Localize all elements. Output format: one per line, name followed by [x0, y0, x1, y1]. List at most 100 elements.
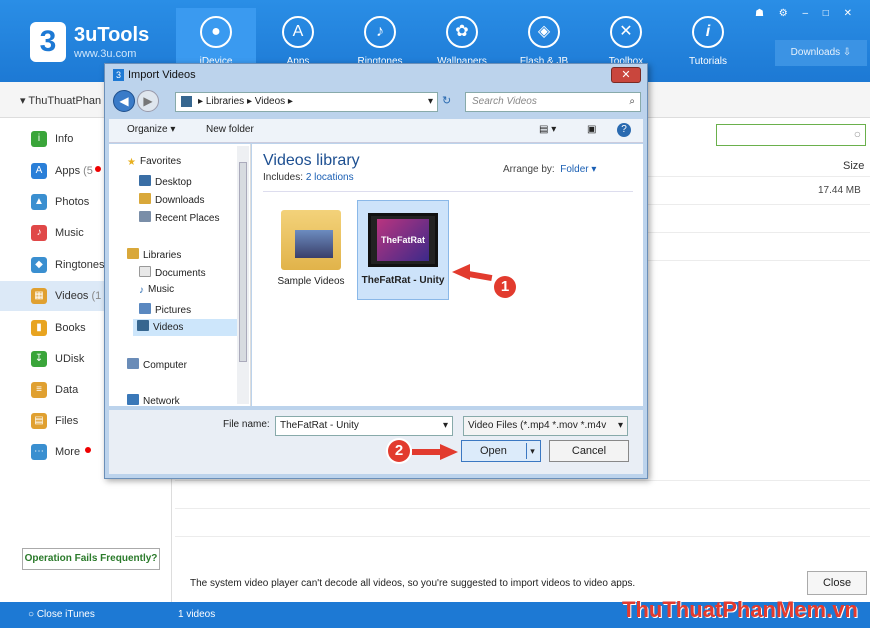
- network-node[interactable]: Network: [127, 394, 180, 407]
- watermark: ThuThuatPhanMem.vn: [622, 597, 858, 622]
- organize-menu[interactable]: Organize ▾: [127, 124, 175, 135]
- documents-icon: [139, 266, 151, 277]
- thefatrat-unity-file[interactable]: TheFatRat TheFatRat - Unity: [357, 200, 449, 300]
- apple-icon: ●: [200, 16, 232, 48]
- computer-icon: [127, 358, 139, 369]
- nav-tutorials[interactable]: i Tutorials: [668, 8, 748, 82]
- video-size: 17.44 MB: [818, 185, 861, 196]
- music-icon: ♪: [31, 225, 47, 241]
- info-icon: i: [31, 131, 47, 147]
- library-icon: [181, 96, 192, 107]
- udisk-icon: ↧: [31, 351, 47, 367]
- magnifier-icon: ⌕: [629, 96, 635, 107]
- help-icon[interactable]: ?: [617, 123, 631, 137]
- downloads-item[interactable]: Downloads: [139, 193, 204, 206]
- divider: [175, 508, 870, 509]
- open-button[interactable]: Open ▾: [461, 440, 541, 462]
- dialog-close-button[interactable]: ✕: [611, 67, 641, 83]
- music-item[interactable]: ♪ Music: [139, 284, 174, 296]
- dialog-toolbar: Organize ▾ New folder ▤ ▾ ▣ ?: [109, 119, 643, 143]
- photos-icon: ▲: [31, 194, 47, 210]
- sidebar-item-label: Data: [55, 384, 79, 396]
- view-options-icon[interactable]: ▤ ▾: [539, 124, 556, 135]
- desktop-item[interactable]: Desktop: [139, 175, 192, 188]
- notification-dot: [85, 447, 92, 453]
- downloads-button[interactable]: Downloads ⇩: [775, 40, 867, 66]
- size-column-header[interactable]: Size: [843, 160, 864, 172]
- filetype-select[interactable]: Video Files (*.mp4 *.mov *.m4v ▾: [463, 416, 628, 436]
- dropdown-icon[interactable]: ▾: [443, 417, 448, 435]
- tools-icon: ✕: [610, 16, 642, 48]
- ringtones-icon: ◆: [31, 257, 47, 273]
- network-icon: [127, 394, 139, 405]
- operation-fails-button[interactable]: Operation Fails Frequently?: [22, 548, 160, 570]
- dialog-title: 3 Import Videos: [113, 69, 196, 81]
- back-button[interactable]: ◀: [113, 90, 135, 112]
- recent-places-item[interactable]: Recent Places: [139, 211, 219, 224]
- cancel-button[interactable]: Cancel: [549, 440, 629, 462]
- close-button[interactable]: Close: [807, 571, 867, 595]
- sidebar-item-label: Photos: [55, 196, 90, 208]
- filename-input[interactable]: TheFatRat - Unity ▾: [275, 416, 453, 436]
- libraries-node[interactable]: Libraries: [127, 248, 181, 261]
- flower-icon: ✿: [446, 16, 478, 48]
- locations-link[interactable]: 2 locations: [306, 172, 354, 183]
- window-controls[interactable]: ☗ ⚙ – □ ✕: [755, 8, 858, 19]
- sidebar-item-label: More: [55, 446, 81, 458]
- divider: [175, 536, 870, 537]
- annotation-arrow: [412, 449, 442, 455]
- app-url: www.3u.com: [74, 48, 137, 60]
- recent-places-icon: [139, 211, 151, 222]
- sidebar-item-count: (5: [83, 165, 93, 177]
- pictures-icon: [139, 303, 151, 314]
- notification-dot: [94, 166, 101, 172]
- music-note-icon: ♪: [139, 285, 144, 296]
- files-icon: ▤: [31, 413, 47, 429]
- sidebar-item-label: Info: [55, 133, 74, 145]
- library-includes: Includes: 2 locations: [263, 172, 354, 183]
- books-icon: ▮: [31, 320, 47, 336]
- video-file-icon: TheFatRat: [368, 213, 438, 267]
- folder-icon: [281, 210, 341, 270]
- box-icon: ◈: [528, 16, 560, 48]
- preview-pane-icon[interactable]: ▣: [587, 124, 596, 135]
- more-icon: ⋯: [31, 444, 47, 460]
- sidebar-item-label: Books: [55, 322, 86, 334]
- videos-icon: [137, 320, 149, 331]
- address-bar[interactable]: ▸ Libraries ▸ Videos ▸ ▾: [175, 92, 438, 112]
- nav-scrollbar[interactable]: [237, 146, 249, 404]
- search-icon: ○: [853, 127, 861, 141]
- sidebar-item-label: Ringtones: [55, 259, 105, 271]
- videos-item[interactable]: Videos: [133, 319, 245, 336]
- desktop-icon: [139, 175, 151, 186]
- import-videos-dialog: 3 Import Videos ✕ ◀ ▶ ▸ Libraries ▸ Video…: [104, 63, 648, 479]
- close-itunes-button[interactable]: ○ Close iTunes: [28, 609, 95, 620]
- arrange-by-dropdown[interactable]: Folder ▾: [560, 164, 596, 175]
- search-input[interactable]: ○: [716, 124, 866, 146]
- sidebar-item-label: Music: [55, 227, 84, 239]
- downloads-folder-icon: [139, 193, 151, 204]
- sidebar-item-count: (1: [91, 290, 102, 302]
- forward-button[interactable]: ▶: [137, 90, 159, 112]
- apps-icon: A: [31, 163, 47, 179]
- refresh-icon[interactable]: ↻: [442, 94, 451, 107]
- sidebar-item-label: Files: [55, 415, 79, 427]
- split-dropdown-icon[interactable]: ▾: [526, 443, 538, 459]
- computer-node[interactable]: Computer: [127, 358, 187, 371]
- device-selector[interactable]: ▾ ThuThuatPhan: [20, 94, 101, 107]
- scrollbar-thumb[interactable]: [239, 162, 247, 362]
- filename-label: File name:: [223, 419, 270, 430]
- search-videos-input[interactable]: Search Videos ⌕: [465, 92, 641, 112]
- dropdown-icon[interactable]: ▾: [428, 93, 433, 111]
- apps-icon: A: [282, 16, 314, 48]
- annotation-arrowhead: [452, 264, 470, 280]
- divider: [175, 480, 870, 481]
- new-folder-button[interactable]: New folder: [206, 124, 254, 135]
- pictures-item[interactable]: Pictures: [139, 303, 191, 316]
- favorites-node[interactable]: ★ Favorites: [127, 156, 181, 168]
- dropdown-icon: ▾: [617, 417, 623, 435]
- app-brand: 3uTools: [74, 24, 150, 46]
- sidebar-item-label: Apps: [55, 165, 81, 177]
- sample-videos-folder[interactable]: Sample Videos: [265, 200, 357, 300]
- documents-item[interactable]: Documents: [139, 266, 206, 279]
